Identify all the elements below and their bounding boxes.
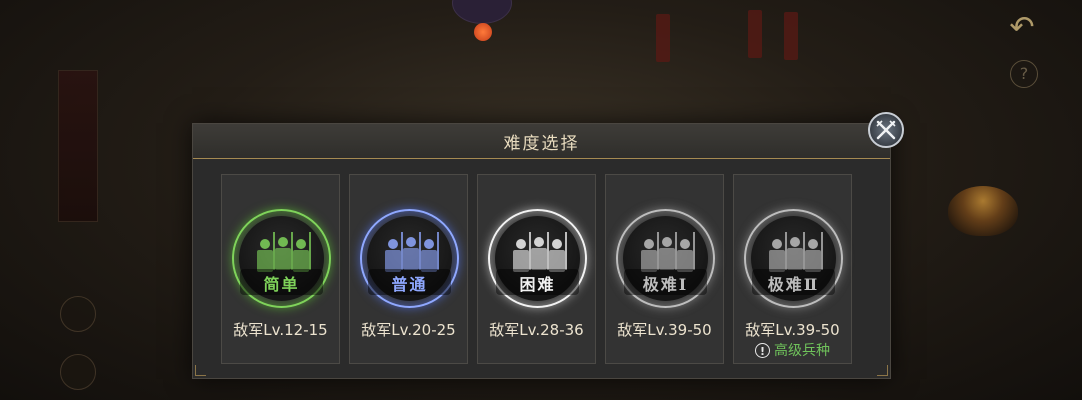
difficulty-label: 简单 (263, 275, 300, 294)
dialog-title: 难度选择 (503, 133, 580, 154)
notification-dot (474, 23, 492, 41)
advanced-troops-note: ! 高级兵种 (734, 340, 851, 360)
enemy-level: 敌军Lv.39-50 (617, 321, 712, 339)
corner-ornament (877, 365, 888, 376)
bg-side-button (60, 296, 96, 332)
close-button[interactable] (868, 112, 904, 148)
enemy-level: 敌军Lv.39-50 (745, 321, 840, 339)
difficulty-card-extreme-1[interactable]: 极难Ⅰ 敌军Lv.39-50 (605, 174, 724, 364)
bg-banner (656, 14, 670, 62)
bg-side-scroll (58, 70, 98, 222)
difficulty-card-normal[interactable]: 普通 敌军Lv.20-25 (349, 174, 468, 364)
difficulty-label: 极难Ⅰ (642, 275, 689, 294)
difficulty-label: 极难Ⅱ (767, 275, 820, 294)
difficulty-medal: 普通 (360, 209, 459, 308)
exclamation-icon: ! (755, 342, 770, 358)
difficulty-label: 普通 (391, 275, 428, 294)
enemy-level: 敌军Lv.28-36 (489, 321, 584, 339)
difficulty-card-hard[interactable]: 困难 敌军Lv.28-36 (477, 174, 596, 364)
corner-ornament (195, 365, 206, 376)
difficulty-card-easy[interactable]: 简单 敌军Lv.12-15 (221, 174, 340, 364)
back-arrow-icon[interactable]: ↶ (1000, 8, 1044, 48)
enemy-level: 敌军Lv.20-25 (361, 321, 456, 339)
difficulty-medal: 简单 (232, 209, 331, 308)
difficulty-dialog: 难度选择 简单 敌军Lv.12-15 普通 敌军Lv.20-25 困难 敌军Lv… (192, 123, 891, 379)
bg-fire-bowl (948, 186, 1018, 236)
difficulty-medal: 极难Ⅰ (616, 209, 715, 308)
crossed-swords-close-icon (876, 120, 896, 140)
difficulty-medal: 极难Ⅱ (744, 209, 843, 308)
difficulty-label: 困难 (519, 275, 556, 294)
bg-banner (748, 10, 762, 58)
difficulty-card-list: 简单 敌军Lv.12-15 普通 敌军Lv.20-25 困难 敌军Lv.28-3… (221, 174, 852, 364)
note-text: 高级兵种 (774, 343, 830, 359)
difficulty-medal: 困难 (488, 209, 587, 308)
difficulty-card-extreme-2[interactable]: 极难Ⅱ 敌军Lv.39-50 ! 高级兵种 (733, 174, 852, 364)
bg-banner (784, 12, 798, 60)
enemy-level: 敌军Lv.12-15 (233, 321, 328, 339)
bg-side-button (60, 354, 96, 390)
dialog-title-bar: 难度选择 (193, 124, 890, 159)
question-icon[interactable]: ? (1010, 60, 1038, 88)
